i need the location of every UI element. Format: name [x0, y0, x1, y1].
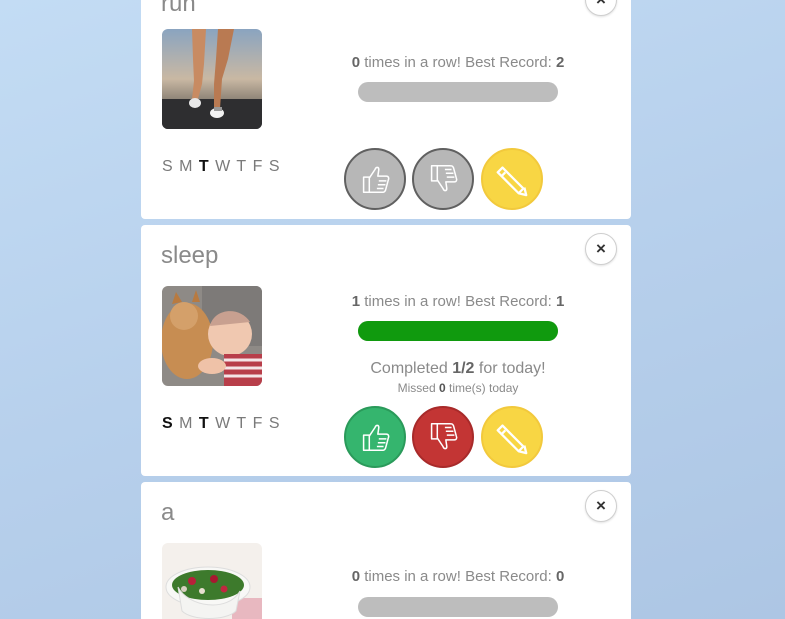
cat-and-baby-photo	[162, 286, 262, 386]
best-record: 2	[555, 54, 565, 71]
edit-habit-button[interactable]	[481, 148, 543, 210]
delete-habit-button[interactable]: ×	[585, 0, 617, 16]
streak-progress-bar	[358, 82, 558, 102]
close-icon: ×	[596, 239, 606, 258]
day-sat[interactable]: S	[269, 158, 280, 175]
missed-count: 0	[438, 381, 446, 395]
status-prefix: Completed	[370, 360, 448, 377]
day-wed[interactable]: W	[215, 415, 231, 432]
streak-count: 1	[351, 293, 361, 310]
status-count: 1/2	[452, 360, 475, 377]
missed-prefix: Missed	[397, 381, 436, 395]
streak-text: 1 times in a row! Best Record: 1	[308, 293, 608, 310]
habit-title: a	[161, 499, 175, 526]
thumbs-down-button[interactable]	[412, 406, 474, 468]
day-thu[interactable]: T	[236, 415, 246, 432]
delete-habit-button[interactable]: ×	[585, 233, 617, 265]
thumbs-up-button[interactable]	[344, 148, 406, 210]
pencil-icon	[496, 424, 528, 455]
streak-count: 0	[351, 54, 361, 71]
thumbs-down-icon	[430, 422, 458, 450]
habit-title: run	[161, 0, 196, 17]
pencil-icon	[496, 166, 528, 197]
weekday-selector: S M T W T F S	[162, 158, 281, 176]
streak-label: times in a row! Best Record:	[364, 293, 552, 310]
streak-progress-bar	[358, 597, 558, 617]
salad-bowl-photo	[162, 543, 262, 619]
missed-status: Missed 0 time(s) today	[308, 381, 608, 395]
streak-label: times in a row! Best Record:	[364, 568, 552, 585]
streak-progress-bar	[358, 321, 558, 341]
day-sun[interactable]: S	[162, 158, 173, 175]
streak-text: 0 times in a row! Best Record: 2	[308, 54, 608, 71]
streak-text: 0 times in a row! Best Record: 0	[308, 568, 608, 585]
day-mon[interactable]: M	[179, 158, 193, 175]
weekday-selector: S M T W T F S	[162, 415, 281, 433]
close-icon: ×	[596, 496, 606, 515]
progress-fill	[358, 321, 558, 341]
thumbs-up-button[interactable]	[344, 406, 406, 468]
habit-title: sleep	[161, 242, 219, 269]
best-record: 0	[555, 568, 565, 585]
habit-card-run: run × 0 times in a row! Best Record: 2	[141, 0, 631, 219]
thumbs-up-icon	[362, 166, 390, 194]
day-tue[interactable]: T	[199, 415, 209, 432]
close-icon: ×	[596, 0, 606, 10]
thumbs-up-icon	[362, 424, 390, 452]
completion-status: Completed 1/2 for today!	[308, 360, 608, 378]
day-wed[interactable]: W	[215, 158, 231, 175]
streak-count: 0	[351, 568, 361, 585]
day-fri[interactable]: F	[253, 158, 263, 175]
status-suffix: for today!	[478, 360, 546, 377]
day-fri[interactable]: F	[253, 415, 263, 432]
day-sun[interactable]: S	[162, 415, 173, 432]
running-legs-photo	[162, 29, 262, 129]
delete-habit-button[interactable]: ×	[585, 490, 617, 522]
day-tue[interactable]: T	[199, 158, 209, 175]
missed-suffix: time(s) today	[449, 381, 519, 395]
edit-habit-button[interactable]	[481, 406, 543, 468]
thumbs-down-button[interactable]	[412, 148, 474, 210]
best-record: 1	[555, 293, 565, 310]
thumbs-down-icon	[430, 164, 458, 192]
streak-label: times in a row! Best Record:	[364, 54, 552, 71]
day-thu[interactable]: T	[236, 158, 246, 175]
habit-card-sleep: sleep × 1 times in a row! Best Record: 1…	[141, 225, 631, 476]
day-sat[interactable]: S	[269, 415, 280, 432]
habit-card-a: a × 0 times in a row! Best Record: 0	[141, 482, 631, 619]
day-mon[interactable]: M	[179, 415, 193, 432]
